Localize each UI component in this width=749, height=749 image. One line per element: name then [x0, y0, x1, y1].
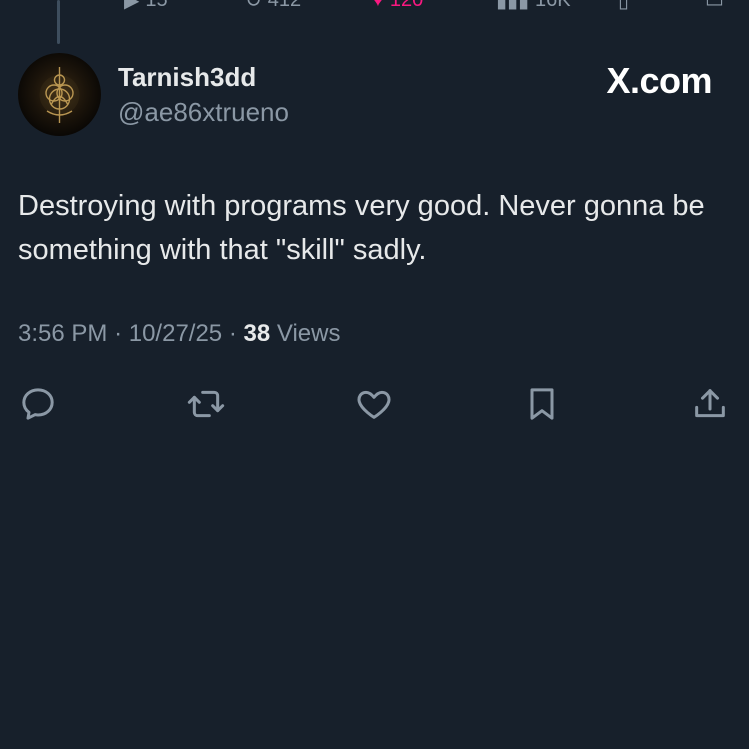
prev-reply[interactable]: ▶ 15 — [124, 0, 168, 12]
reply-icon: ▶ — [124, 0, 140, 12]
like-icon — [357, 390, 391, 419]
avatar[interactable] — [18, 53, 101, 136]
author-display-name[interactable]: Tarnish3dd — [118, 62, 256, 93]
prev-retweet[interactable]: ↻ 412 — [245, 0, 301, 12]
prev-share[interactable]: ▭ — [705, 0, 724, 12]
share-icon: ▭ — [705, 0, 724, 12]
share-button[interactable] — [688, 382, 732, 426]
bookmark-icon — [530, 388, 554, 420]
views-label: Views — [276, 320, 341, 347]
bookmark-icon: ▯ — [618, 0, 630, 12]
prev-like[interactable]: ♥ 120 — [372, 0, 423, 12]
meta-separator: · — [114, 320, 123, 347]
like-icon: ♥ — [372, 0, 384, 12]
tweet-meta: 3:56 PM · 10/27/25 · 38 Views — [18, 320, 340, 348]
reply-button[interactable] — [16, 382, 60, 426]
views-count: 38 — [243, 320, 271, 347]
prev-retweet-count: 412 — [268, 0, 301, 12]
views-icon: ▮▮▮ — [496, 0, 530, 12]
prev-views-count: 16K — [535, 0, 571, 12]
author-handle[interactable]: @ae86xtrueno — [118, 97, 289, 128]
share-icon — [695, 389, 725, 418]
previous-tweet-actions: ▶ 15 ↻ 412 ♥ 120 ▮▮▮ 16K ▯ ▭ — [0, 0, 749, 14]
thread-connector-line — [57, 0, 60, 44]
reply-icon — [22, 388, 54, 420]
tweet-text: Destroying with programs very good. Neve… — [18, 190, 705, 266]
x-logo-watermark: X.com — [606, 60, 712, 101]
meta-separator: · — [228, 320, 237, 347]
tweet-time[interactable]: 3:56 PM — [18, 320, 107, 347]
tweet-detail-view: ▶ 15 ↻ 412 ♥ 120 ▮▮▮ 16K ▯ ▭ — [0, 0, 749, 749]
retweet-button[interactable] — [184, 382, 228, 426]
prev-like-count: 120 — [390, 0, 423, 12]
tweet-date[interactable]: 10/27/25 — [129, 320, 222, 347]
prev-views[interactable]: ▮▮▮ 16K — [496, 0, 571, 12]
prev-reply-count: 15 — [145, 0, 167, 12]
bookmark-button[interactable] — [520, 382, 564, 426]
like-button[interactable] — [352, 382, 396, 426]
retweet-icon: ↻ — [245, 0, 262, 12]
retweet-icon — [187, 390, 225, 418]
prev-bookmark[interactable]: ▯ — [618, 0, 629, 12]
elden-ring-avatar-icon — [39, 67, 80, 123]
